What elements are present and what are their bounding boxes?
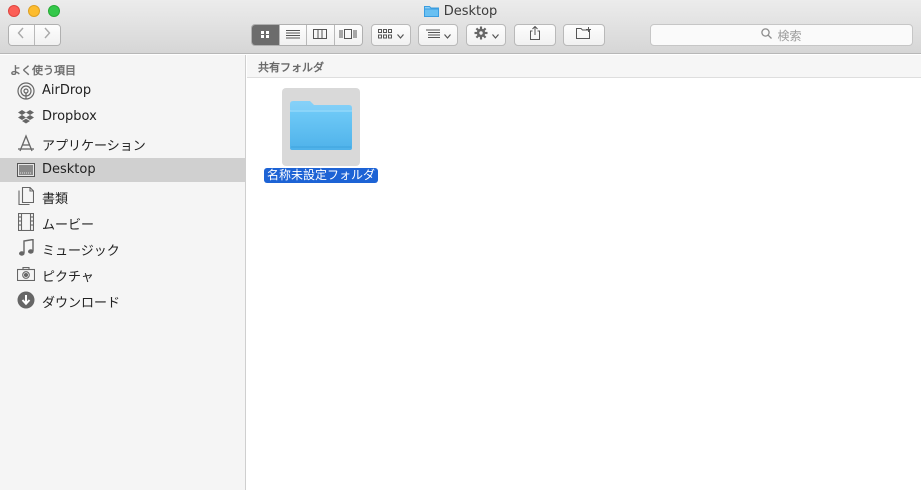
path-header-label: 共有フォルダ	[258, 61, 324, 74]
sidebar-item-label: 書類	[42, 192, 69, 207]
new-folder-icon	[576, 27, 592, 43]
columns-icon	[313, 28, 328, 43]
sidebar-heading-favorites: よく使う項目	[10, 64, 76, 77]
chevron-right-icon	[43, 27, 51, 43]
camera-icon	[17, 265, 35, 283]
folder-icon	[288, 98, 354, 156]
sidebar-item-label: AirDrop	[42, 83, 92, 98]
sort-lines-icon	[425, 28, 440, 43]
navigation-buttons	[8, 24, 61, 46]
window-title-text: Desktop	[443, 3, 498, 19]
applications-icon	[17, 134, 35, 152]
folder-item[interactable]: 名称未設定フォルダ	[263, 88, 379, 186]
forward-button[interactable]	[34, 25, 60, 45]
action-button[interactable]	[466, 24, 506, 46]
file-browser-pane[interactable]: 共有フォルダ 名称未設定フォルダ	[247, 55, 921, 490]
icon-grid-icon	[260, 28, 271, 43]
folder-icon-selection[interactable]	[282, 88, 360, 166]
sidebar-item-dropbox[interactable]: Dropbox	[0, 105, 245, 129]
folder-name-label[interactable]: 名称未設定フォルダ	[264, 168, 379, 183]
view-mode-control	[251, 24, 363, 46]
sidebar-item-applications[interactable]: アプリケーション	[0, 131, 245, 155]
cover-flow-view-button[interactable]	[334, 25, 362, 45]
search-icon	[761, 28, 773, 42]
gear-icon	[474, 26, 488, 44]
dropbox-icon	[17, 108, 35, 126]
sidebar-item-label: ピクチャ	[42, 270, 94, 285]
sidebar-item-label: ダウンロード	[42, 296, 121, 311]
download-icon	[17, 291, 35, 309]
documents-icon	[17, 187, 35, 205]
sidebar-item-label: ミュージック	[42, 244, 120, 259]
sidebar-item-movies[interactable]: ムービー	[0, 210, 245, 234]
share-icon	[529, 25, 541, 44]
path-header: 共有フォルダ	[247, 55, 921, 78]
icon-view-button[interactable]	[252, 25, 280, 45]
chevron-down-icon	[491, 28, 499, 43]
sidebar-item-label: Desktop	[42, 162, 96, 177]
search-field[interactable]: 検索	[650, 24, 913, 46]
sidebar-item-label: ムービー	[42, 218, 95, 233]
column-view-button[interactable]	[307, 25, 335, 45]
chevron-down-icon	[397, 28, 404, 43]
sidebar-item-documents[interactable]: 書類	[0, 184, 245, 208]
music-note-icon	[17, 239, 35, 257]
sidebar-item-music[interactable]: ミュージック	[0, 236, 245, 260]
airdrop-icon	[17, 82, 35, 100]
back-button[interactable]	[9, 25, 35, 45]
arrange-button[interactable]	[371, 24, 411, 46]
sidebar-item-downloads[interactable]: ダウンロード	[0, 288, 245, 312]
arrange-grid-icon	[378, 28, 392, 43]
movies-icon	[17, 213, 35, 231]
sidebar-item-label: アプリケーション	[42, 139, 146, 154]
list-view-button[interactable]	[279, 25, 307, 45]
window-title: Desktop	[0, 3, 921, 19]
sort-button[interactable]	[418, 24, 458, 46]
folder-icon	[423, 5, 439, 17]
desktop-icon	[17, 161, 35, 179]
sidebar-item-desktop[interactable]: Desktop	[0, 158, 245, 182]
window-toolbar: Desktop 検索	[0, 0, 921, 54]
list-icon	[285, 28, 300, 43]
share-button[interactable]	[514, 24, 556, 46]
chevron-left-icon	[17, 27, 25, 43]
sidebar: よく使う項目 AirDrop Dropbox アプリケーション Desktop …	[0, 55, 246, 490]
sidebar-item-pictures[interactable]: ピクチャ	[0, 262, 245, 286]
new-folder-button[interactable]	[563, 24, 605, 46]
sidebar-item-airdrop[interactable]: AirDrop	[0, 79, 245, 103]
sidebar-item-label: Dropbox	[42, 109, 97, 124]
chevron-down-icon	[443, 28, 451, 43]
cover-flow-icon	[339, 28, 357, 43]
search-placeholder: 検索	[777, 28, 802, 43]
